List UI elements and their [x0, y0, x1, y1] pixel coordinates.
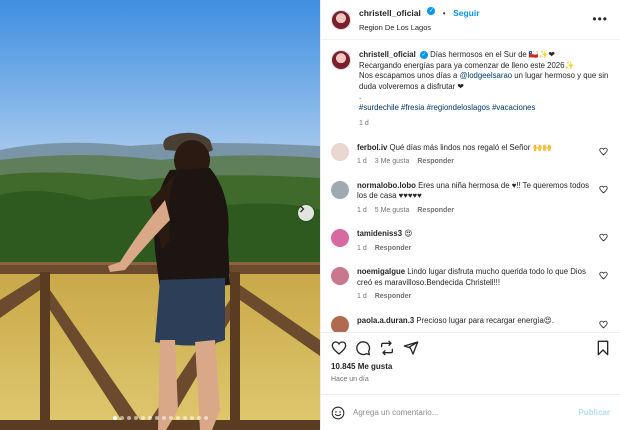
comment-input[interactable]	[353, 408, 579, 418]
carousel-dot	[147, 416, 152, 420]
comment-time: 1 d	[357, 206, 367, 214]
carousel-dot	[119, 416, 124, 420]
comment-meta: 1 d 5 Me gusta Responder	[357, 206, 597, 217]
post-photo[interactable]	[0, 0, 320, 430]
comment-like-icon[interactable]	[599, 147, 608, 156]
bookmark-icon[interactable]	[596, 340, 610, 356]
carousel-indicator	[0, 416, 320, 420]
comment-meta: 1 d Responder	[357, 292, 597, 303]
comment-like-icon[interactable]	[599, 185, 608, 194]
commenter-avatar[interactable]	[331, 315, 349, 333]
comment-like-icon[interactable]	[599, 320, 608, 329]
reply-button[interactable]: Responder	[417, 207, 454, 214]
commenter-avatar[interactable]	[331, 229, 349, 247]
caption-time[interactable]: 1 d	[359, 119, 609, 130]
heart-icon[interactable]	[331, 340, 347, 356]
comments-list: ferbol.iv Qué días más lindos nos regaló…	[331, 142, 610, 333]
comment-item: ferbol.iv Qué días más lindos nos regaló…	[331, 142, 610, 168]
carousel-dot	[182, 416, 187, 420]
carousel-dot	[168, 416, 173, 420]
verified-badge-icon: ✓	[427, 7, 436, 16]
comment-icon[interactable]	[355, 340, 371, 356]
emoji-icon[interactable]	[331, 406, 345, 420]
carousel-dot	[154, 416, 159, 420]
commenter-avatar[interactable]	[331, 267, 349, 285]
action-bar	[321, 332, 620, 362]
commenter-avatar[interactable]	[331, 142, 349, 161]
carousel-dot	[203, 416, 208, 420]
comment-time: 1 d	[357, 244, 367, 252]
caption-mention[interactable]: @lodgeelsarao	[460, 71, 513, 80]
comment-time: 1 d	[357, 158, 367, 165]
caption-hashtags[interactable]: #surdechile #fresia #regiondeloslagos #v…	[359, 103, 535, 112]
commenter-avatar[interactable]	[331, 180, 349, 199]
comment-likes[interactable]: 3 Me gusta	[375, 158, 410, 165]
caption-text-b: Recargando energías para ya comenzar de …	[359, 60, 575, 70]
carousel-dot	[196, 416, 201, 420]
carousel-next-button[interactable]	[298, 205, 314, 221]
comment-item: tamideniss3 😍 1 d Responder	[331, 229, 610, 254]
caption-dot: .	[359, 92, 362, 101]
share-icon[interactable]	[403, 340, 419, 356]
commenter-username[interactable]: tamideniss3	[357, 229, 402, 238]
carousel-dot	[112, 416, 117, 420]
follow-button[interactable]: Seguir	[453, 8, 479, 18]
carousel-dot	[126, 416, 131, 420]
reply-button[interactable]: Responder	[375, 245, 412, 252]
caption-username[interactable]: christell_oficial	[359, 50, 416, 59]
carousel-dot	[175, 416, 180, 420]
comment-like-icon[interactable]	[599, 233, 608, 242]
likes-count[interactable]: 10.845 Me gusta	[321, 362, 620, 374]
caption-text-a: Días hermosos en el Sur de 🇨🇱✨❤	[430, 50, 555, 59]
verified-badge-icon: ✓	[419, 50, 428, 59]
commenter-username[interactable]: normalobo.lobo	[357, 181, 416, 190]
commenter-username[interactable]: ferbol.iv	[357, 143, 387, 152]
post-panel: christell_oficial ✓ • Seguir Region De L…	[320, 0, 620, 430]
comment-like-icon[interactable]	[599, 271, 608, 280]
comment-time: 1 d	[357, 293, 367, 300]
comment-meta: 1 d 3 Me gusta Responder	[357, 157, 597, 168]
post-location[interactable]: Region De Los Lagos	[359, 22, 480, 34]
header-separator: •	[442, 8, 446, 18]
commenter-username[interactable]: paola.a.duran.3	[357, 316, 414, 325]
caption-text-c: Nos escapamos unos días a	[359, 71, 460, 80]
comment-compose: Publicar	[321, 394, 620, 430]
repost-icon[interactable]	[379, 340, 395, 356]
more-options-icon[interactable]: •••	[592, 12, 608, 26]
comment-item: normalobo.lobo Eres una niña hermosa de …	[331, 180, 610, 217]
comment-item: paola.a.duran.3 Precioso lugar para reca…	[331, 315, 610, 333]
carousel-dot	[189, 416, 194, 420]
comment-text: Qué días más lindos nos regaló el Señor …	[389, 142, 552, 152]
chevron-right-icon	[300, 205, 305, 213]
post-header: christell_oficial ✓ • Seguir Region De L…	[321, 0, 620, 40]
reply-button[interactable]: Responder	[417, 158, 454, 165]
publish-button[interactable]: Publicar	[578, 408, 610, 417]
caption-avatar[interactable]	[331, 50, 351, 70]
carousel-dot	[161, 416, 166, 420]
reply-button[interactable]: Responder	[375, 293, 412, 300]
comment-likes[interactable]: 5 Me gusta	[375, 207, 410, 214]
comments-scroll[interactable]: christell_oficial ✓ Días hermosos en el …	[321, 40, 620, 333]
commenter-username[interactable]: noemigalgue	[357, 267, 405, 276]
comment-text: 😍	[404, 229, 413, 238]
carousel-dot	[140, 416, 145, 420]
author-username[interactable]: christell_oficial	[359, 8, 421, 18]
author-avatar[interactable]	[331, 9, 351, 30]
comment-text: Precioso lugar para recargar energía😍.	[416, 315, 555, 325]
comment-meta: 1 d Responder	[357, 244, 597, 255]
post-caption: christell_oficial ✓ Días hermosos en el …	[331, 50, 610, 130]
carousel-dot	[133, 416, 138, 420]
posted-time: Hace un día	[331, 376, 369, 384]
comment-item: noemigalgue Lindo lugar disfruta mucho q…	[331, 267, 610, 303]
landscape-image	[0, 0, 320, 430]
